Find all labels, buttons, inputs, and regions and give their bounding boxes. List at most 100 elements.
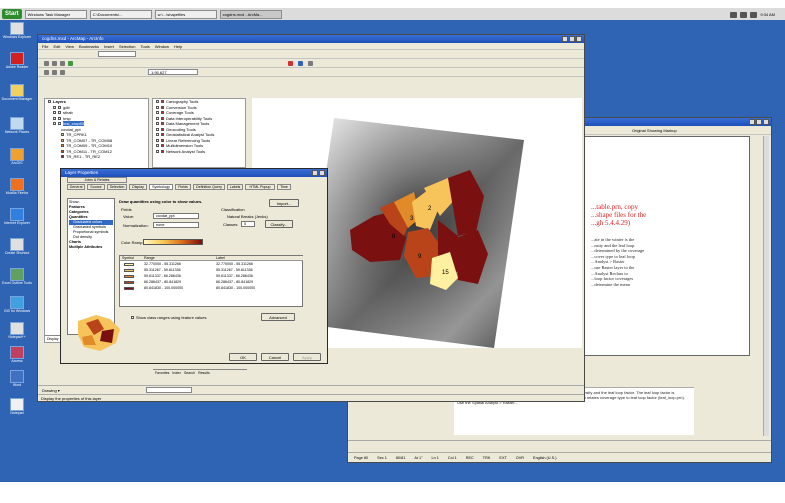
classify-button[interactable]: Classify...: [265, 220, 293, 228]
tab-search[interactable]: Search: [184, 370, 195, 376]
zoom-out-icon[interactable]: [52, 61, 57, 66]
desktop-icon-5[interactable]: Mozilla Firefox: [0, 178, 34, 195]
scale-dropdown[interactable]: 1:95,627: [148, 69, 198, 75]
menu-window[interactable]: Window: [155, 43, 169, 49]
menu-insert[interactable]: Insert: [104, 43, 114, 49]
desktop-icon-7[interactable]: Create Shortcut: [0, 238, 34, 255]
tab-favorites[interactable]: Favorites: [155, 370, 169, 376]
desktop-icon-4[interactable]: ArcGIS: [0, 148, 34, 165]
menu-selection[interactable]: Selection: [119, 43, 135, 49]
zoom-in-icon[interactable]: [44, 61, 49, 66]
tab-time[interactable]: Time: [277, 184, 291, 190]
tab-symbology[interactable]: Symbology: [149, 184, 173, 190]
col-range[interactable]: Range: [144, 256, 155, 261]
open-icon[interactable]: [52, 70, 57, 75]
font-dropdown[interactable]: [146, 387, 192, 393]
close-button[interactable]: [576, 36, 582, 42]
help-button[interactable]: [312, 170, 318, 176]
symbol-row-3[interactable]: 66.286437 - 80.841829 66.286437 - 80.8418…: [120, 280, 304, 285]
symbol-row-2[interactable]: 59.611337 - 66.286436 59.611337 - 66.2864…: [120, 274, 304, 279]
arctoolbox-panel[interactable]: Cartography Tools Conversion Tools Cover…: [152, 98, 247, 375]
desktop-icon-10[interactable]: Notepad++: [0, 322, 34, 339]
symbol-table[interactable]: Symbol Range Label 32.770000 - 55.311266…: [119, 255, 303, 307]
col-label[interactable]: Label: [216, 256, 225, 261]
markup-dropdown[interactable]: Original Showing Markup: [632, 128, 677, 133]
menu-tools[interactable]: Tools: [140, 43, 149, 49]
tab-selection[interactable]: Selection: [107, 184, 127, 190]
find-icon[interactable]: [298, 61, 303, 66]
desktop-icon-6[interactable]: Internet Explorer: [0, 208, 34, 225]
new-icon[interactable]: [44, 70, 49, 75]
toolbox-item-9[interactable]: Network Analyst Tools: [153, 149, 245, 155]
toc-item-9[interactable]: TR_RE1 - TR_RE2: [45, 154, 148, 160]
swatch-4[interactable]: [124, 286, 134, 291]
full-extent-icon[interactable]: [68, 61, 73, 66]
ok-button[interactable]: OK: [229, 353, 257, 361]
network-icon[interactable]: [730, 11, 738, 18]
maximize-button[interactable]: [756, 119, 762, 125]
symbol-row-1[interactable]: 55.311267 - 59.611336 55.311267 - 59.6113…: [120, 268, 304, 273]
tab-html-popup[interactable]: HTML Popup: [245, 184, 275, 190]
pan-icon[interactable]: [60, 61, 65, 66]
swatch-2[interactable]: [124, 274, 134, 279]
desktop-icon-13[interactable]: Notepad: [0, 398, 34, 415]
desktop-icon-0[interactable]: Windows Explorer: [0, 22, 34, 39]
value-dropdown[interactable]: covdat_ppt: [153, 213, 199, 219]
import-button[interactable]: Import...: [269, 199, 299, 207]
minimize-button[interactable]: [749, 119, 755, 125]
swatch-0[interactable]: [124, 262, 134, 267]
close-button[interactable]: [319, 170, 325, 176]
maximize-button[interactable]: [569, 36, 575, 42]
tab-results[interactable]: Results: [198, 370, 210, 376]
volume-icon[interactable]: [740, 11, 748, 18]
classes-dropdown[interactable]: 5: [241, 221, 255, 227]
desktop-icon-9[interactable]: GIS for Windows: [0, 296, 34, 313]
tab-fields[interactable]: Fields: [175, 184, 191, 190]
symbol-row-0[interactable]: 32.770000 - 55.311266 32.770000 - 55.3112…: [120, 262, 304, 267]
tab-display[interactable]: Display: [47, 336, 58, 342]
color-ramp-dropdown[interactable]: [143, 239, 203, 245]
taskbar-task-2[interactable]: w:\...\shapefiles: [154, 9, 217, 19]
minimize-button[interactable]: [562, 36, 568, 42]
swatch-3[interactable]: [124, 280, 134, 285]
tab-source[interactable]: Source: [87, 184, 105, 190]
word-vertical-scrollbar[interactable]: [763, 136, 769, 436]
menu-file[interactable]: File: [42, 43, 48, 49]
tab-joins[interactable]: Joins & Relates: [67, 177, 127, 183]
identify-icon[interactable]: [288, 61, 293, 66]
normalization-dropdown[interactable]: none: [153, 222, 199, 228]
desktop-icon-3[interactable]: Network Places: [0, 117, 34, 134]
taskbar-task-3[interactable]: cogdns.mxd - ArcMa...: [219, 9, 282, 19]
target-dropdown[interactable]: [98, 51, 136, 57]
desktop-icon-12[interactable]: Word: [0, 370, 34, 387]
menu-bookmarks[interactable]: Bookmarks: [79, 43, 99, 49]
tab-definition-query[interactable]: Definition Query: [193, 184, 225, 190]
save-icon[interactable]: [60, 70, 65, 75]
swatch-1[interactable]: [124, 268, 134, 273]
advanced-button[interactable]: Advanced: [261, 313, 295, 321]
close-button[interactable]: [763, 119, 769, 125]
desktop-icon-8[interactable]: Excel Outline Tools: [0, 268, 34, 285]
drawing-menu[interactable]: Drawing ▾: [42, 388, 60, 393]
tab-labels[interactable]: Labels: [227, 184, 243, 190]
measure-icon[interactable]: [308, 61, 313, 66]
tab-general[interactable]: General: [67, 184, 85, 190]
menu-edit[interactable]: Edit: [53, 43, 60, 49]
show-multiple-attributes[interactable]: Multiple Attributes: [69, 245, 113, 250]
desktop-icon-1[interactable]: Adobe Reader: [0, 52, 34, 69]
show-class-ranges-label[interactable]: Show class ranges using feature values: [131, 315, 206, 320]
col-symbol[interactable]: Symbol: [122, 256, 134, 261]
desktop-icon-2[interactable]: Document Manager: [0, 84, 34, 101]
menu-view[interactable]: View: [65, 43, 74, 49]
menu-help[interactable]: Help: [174, 43, 182, 49]
tab-index[interactable]: Index: [172, 370, 181, 376]
tab-display[interactable]: Display: [129, 184, 147, 190]
taskbar-task-1[interactable]: C:\Documents\...: [89, 9, 152, 19]
desktop-icon-11[interactable]: Access: [0, 346, 34, 363]
apply-button[interactable]: Apply: [293, 353, 321, 361]
cancel-button[interactable]: Cancel: [261, 353, 289, 361]
start-button[interactable]: Start: [2, 9, 22, 19]
symbol-row-4[interactable]: 80.841830 - 100.000000 80.841830 - 100.00…: [120, 286, 304, 291]
security-icon[interactable]: [750, 11, 758, 18]
taskbar-task-0[interactable]: Windows Task Manager: [24, 9, 87, 19]
